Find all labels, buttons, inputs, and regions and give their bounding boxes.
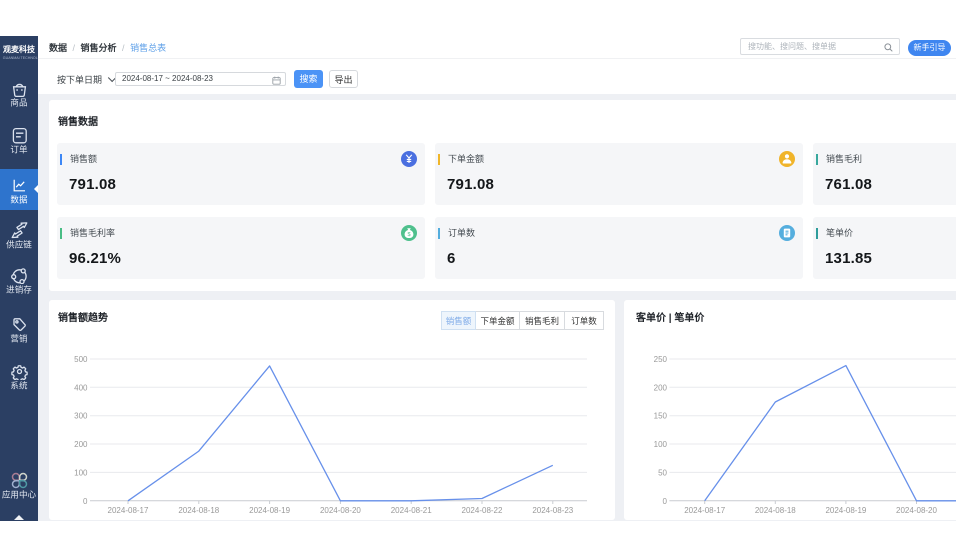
svg-text:2024-08-20: 2024-08-20 [896,506,937,515]
svg-text:100: 100 [654,440,668,449]
svg-text:2024-08-21: 2024-08-21 [391,506,432,515]
svg-text:2024-08-17: 2024-08-17 [108,506,149,515]
svg-text:50: 50 [658,468,667,477]
svg-text:150: 150 [654,412,668,421]
svg-text:100: 100 [74,468,88,477]
svg-text:0: 0 [663,497,668,506]
svg-text:0: 0 [83,497,88,506]
svg-text:2024-08-19: 2024-08-19 [825,506,866,515]
svg-text:2024-08-20: 2024-08-20 [320,506,361,515]
svg-text:2024-08-19: 2024-08-19 [249,506,290,515]
svg-text:200: 200 [654,383,668,392]
svg-text:2024-08-18: 2024-08-18 [178,506,219,515]
svg-text:400: 400 [74,383,88,392]
svg-text:2024-08-17: 2024-08-17 [684,506,725,515]
svg-text:250: 250 [654,355,668,364]
svg-text:2024-08-18: 2024-08-18 [755,506,796,515]
svg-text:2024-08-23: 2024-08-23 [532,506,573,515]
svg-text:300: 300 [74,412,88,421]
svg-text:$: $ [407,232,410,238]
svg-text:500: 500 [74,355,88,364]
svg-text:2024-08-22: 2024-08-22 [462,506,503,515]
svg-text:200: 200 [74,440,88,449]
